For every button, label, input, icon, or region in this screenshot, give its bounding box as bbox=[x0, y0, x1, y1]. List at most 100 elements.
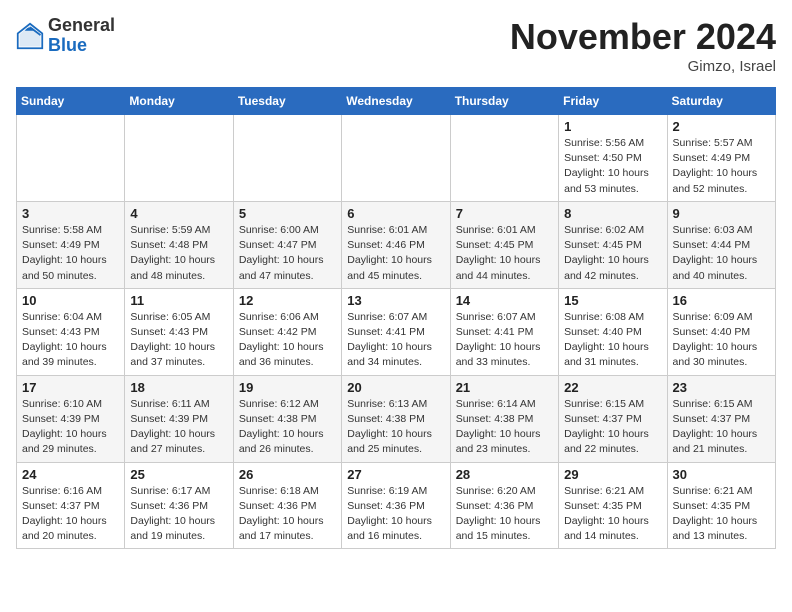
weekday-header-sunday: Sunday bbox=[17, 88, 125, 115]
calendar-cell bbox=[17, 115, 125, 202]
day-info: Sunrise: 6:03 AM Sunset: 4:44 PM Dayligh… bbox=[673, 223, 770, 284]
weekday-header-row: SundayMondayTuesdayWednesdayThursdayFrid… bbox=[17, 88, 776, 115]
day-number: 30 bbox=[673, 467, 770, 482]
day-number: 6 bbox=[347, 206, 444, 221]
day-info: Sunrise: 5:59 AM Sunset: 4:48 PM Dayligh… bbox=[130, 223, 227, 284]
day-info: Sunrise: 6:14 AM Sunset: 4:38 PM Dayligh… bbox=[456, 397, 553, 458]
day-number: 22 bbox=[564, 380, 661, 395]
day-info: Sunrise: 5:56 AM Sunset: 4:50 PM Dayligh… bbox=[564, 136, 661, 197]
page-header: General Blue November 2024 Gimzo, Israel bbox=[16, 16, 776, 75]
calendar-cell: 9Sunrise: 6:03 AM Sunset: 4:44 PM Daylig… bbox=[667, 201, 775, 288]
calendar-cell: 2 Sunrise: 5:57 AM Sunset: 4:49 PM Daylig… bbox=[667, 115, 775, 202]
location-label: Gimzo, Israel bbox=[510, 58, 776, 75]
day-number: 14 bbox=[456, 293, 553, 308]
calendar-week-row: 1 Sunrise: 5:56 AM Sunset: 4:50 PM Daylig… bbox=[17, 115, 776, 202]
title-block: November 2024 Gimzo, Israel bbox=[510, 16, 776, 75]
day-number: 5 bbox=[239, 206, 336, 221]
calendar-cell: 12Sunrise: 6:06 AM Sunset: 4:42 PM Dayli… bbox=[233, 288, 341, 375]
calendar-week-row: 10Sunrise: 6:04 AM Sunset: 4:43 PM Dayli… bbox=[17, 288, 776, 375]
calendar-cell: 3 Sunrise: 5:58 AM Sunset: 4:49 PM Daylig… bbox=[17, 201, 125, 288]
day-info: Sunrise: 6:16 AM Sunset: 4:37 PM Dayligh… bbox=[22, 484, 119, 545]
calendar-cell: 21 Sunrise: 6:14 AM Sunset: 4:38 PM Dayli… bbox=[450, 375, 558, 462]
calendar-week-row: 17 Sunrise: 6:10 AM Sunset: 4:39 PM Dayli… bbox=[17, 375, 776, 462]
weekday-header-thursday: Thursday bbox=[450, 88, 558, 115]
day-number: 25 bbox=[130, 467, 227, 482]
day-number: 26 bbox=[239, 467, 336, 482]
day-number: 23 bbox=[673, 380, 770, 395]
calendar-cell: 14 Sunrise: 6:07 AM Sunset: 4:41 PM Dayli… bbox=[450, 288, 558, 375]
day-number: 27 bbox=[347, 467, 444, 482]
day-info: Sunrise: 6:00 AM Sunset: 4:47 PM Dayligh… bbox=[239, 223, 336, 284]
calendar-cell: 5 Sunrise: 6:00 AM Sunset: 4:47 PM Daylig… bbox=[233, 201, 341, 288]
calendar-cell bbox=[233, 115, 341, 202]
calendar-week-row: 3 Sunrise: 5:58 AM Sunset: 4:49 PM Daylig… bbox=[17, 201, 776, 288]
weekday-header-saturday: Saturday bbox=[667, 88, 775, 115]
day-number: 16 bbox=[673, 293, 770, 308]
calendar-cell: 15Sunrise: 6:08 AM Sunset: 4:40 PM Dayli… bbox=[559, 288, 667, 375]
weekday-header-monday: Monday bbox=[125, 88, 233, 115]
day-info: Sunrise: 6:09 AM Sunset: 4:40 PM Dayligh… bbox=[673, 310, 770, 371]
day-number: 18 bbox=[130, 380, 227, 395]
day-info: Sunrise: 6:01 AM Sunset: 4:46 PM Dayligh… bbox=[347, 223, 444, 284]
day-info: Sunrise: 6:13 AM Sunset: 4:38 PM Dayligh… bbox=[347, 397, 444, 458]
calendar-cell: 1 Sunrise: 5:56 AM Sunset: 4:50 PM Daylig… bbox=[559, 115, 667, 202]
calendar-cell: 28 Sunrise: 6:20 AM Sunset: 4:36 PM Dayli… bbox=[450, 462, 558, 549]
day-number: 11 bbox=[130, 293, 227, 308]
calendar-cell: 6 Sunrise: 6:01 AM Sunset: 4:46 PM Daylig… bbox=[342, 201, 450, 288]
calendar-cell: 23 Sunrise: 6:15 AM Sunset: 4:37 PM Dayli… bbox=[667, 375, 775, 462]
day-info: Sunrise: 6:20 AM Sunset: 4:36 PM Dayligh… bbox=[456, 484, 553, 545]
calendar-cell: 8Sunrise: 6:02 AM Sunset: 4:45 PM Daylig… bbox=[559, 201, 667, 288]
day-number: 28 bbox=[456, 467, 553, 482]
day-number: 8 bbox=[564, 206, 661, 221]
day-info: Sunrise: 6:15 AM Sunset: 4:37 PM Dayligh… bbox=[673, 397, 770, 458]
day-info: Sunrise: 6:12 AM Sunset: 4:38 PM Dayligh… bbox=[239, 397, 336, 458]
calendar-cell bbox=[125, 115, 233, 202]
calendar-cell bbox=[342, 115, 450, 202]
weekday-header-friday: Friday bbox=[559, 88, 667, 115]
calendar-cell: 7 Sunrise: 6:01 AM Sunset: 4:45 PM Daylig… bbox=[450, 201, 558, 288]
calendar-cell: 4 Sunrise: 5:59 AM Sunset: 4:48 PM Daylig… bbox=[125, 201, 233, 288]
day-number: 2 bbox=[673, 119, 770, 134]
day-number: 13 bbox=[347, 293, 444, 308]
day-info: Sunrise: 5:57 AM Sunset: 4:49 PM Dayligh… bbox=[673, 136, 770, 197]
day-info: Sunrise: 6:10 AM Sunset: 4:39 PM Dayligh… bbox=[22, 397, 119, 458]
weekday-header-wednesday: Wednesday bbox=[342, 88, 450, 115]
calendar-cell: 18Sunrise: 6:11 AM Sunset: 4:39 PM Dayli… bbox=[125, 375, 233, 462]
logo-icon bbox=[16, 22, 44, 50]
day-info: Sunrise: 5:58 AM Sunset: 4:49 PM Dayligh… bbox=[22, 223, 119, 284]
calendar-cell: 24 Sunrise: 6:16 AM Sunset: 4:37 PM Dayli… bbox=[17, 462, 125, 549]
calendar-cell: 30Sunrise: 6:21 AM Sunset: 4:35 PM Dayli… bbox=[667, 462, 775, 549]
day-info: Sunrise: 6:21 AM Sunset: 4:35 PM Dayligh… bbox=[564, 484, 661, 545]
day-info: Sunrise: 6:15 AM Sunset: 4:37 PM Dayligh… bbox=[564, 397, 661, 458]
day-info: Sunrise: 6:07 AM Sunset: 4:41 PM Dayligh… bbox=[456, 310, 553, 371]
day-info: Sunrise: 6:01 AM Sunset: 4:45 PM Dayligh… bbox=[456, 223, 553, 284]
day-number: 4 bbox=[130, 206, 227, 221]
day-number: 3 bbox=[22, 206, 119, 221]
day-number: 12 bbox=[239, 293, 336, 308]
calendar-cell: 20 Sunrise: 6:13 AM Sunset: 4:38 PM Dayli… bbox=[342, 375, 450, 462]
logo: General Blue bbox=[16, 16, 115, 56]
calendar-cell: 27Sunrise: 6:19 AM Sunset: 4:36 PM Dayli… bbox=[342, 462, 450, 549]
month-title: November 2024 bbox=[510, 16, 776, 58]
day-number: 1 bbox=[564, 119, 661, 134]
day-number: 20 bbox=[347, 380, 444, 395]
day-info: Sunrise: 6:04 AM Sunset: 4:43 PM Dayligh… bbox=[22, 310, 119, 371]
weekday-header-tuesday: Tuesday bbox=[233, 88, 341, 115]
calendar-cell: 25 Sunrise: 6:17 AM Sunset: 4:36 PM Dayli… bbox=[125, 462, 233, 549]
day-number: 15 bbox=[564, 293, 661, 308]
logo-blue-text: Blue bbox=[48, 35, 87, 55]
calendar-cell: 17 Sunrise: 6:10 AM Sunset: 4:39 PM Dayli… bbox=[17, 375, 125, 462]
calendar-cell: 10Sunrise: 6:04 AM Sunset: 4:43 PM Dayli… bbox=[17, 288, 125, 375]
calendar-week-row: 24 Sunrise: 6:16 AM Sunset: 4:37 PM Dayli… bbox=[17, 462, 776, 549]
day-number: 17 bbox=[22, 380, 119, 395]
calendar-cell: 22 Sunrise: 6:15 AM Sunset: 4:37 PM Dayli… bbox=[559, 375, 667, 462]
day-info: Sunrise: 6:17 AM Sunset: 4:36 PM Dayligh… bbox=[130, 484, 227, 545]
logo-general-text: General bbox=[48, 15, 115, 35]
day-number: 19 bbox=[239, 380, 336, 395]
calendar-cell: 19 Sunrise: 6:12 AM Sunset: 4:38 PM Dayli… bbox=[233, 375, 341, 462]
day-number: 24 bbox=[22, 467, 119, 482]
day-number: 21 bbox=[456, 380, 553, 395]
calendar-table: SundayMondayTuesdayWednesdayThursdayFrid… bbox=[16, 87, 776, 549]
day-number: 7 bbox=[456, 206, 553, 221]
calendar-cell: 13Sunrise: 6:07 AM Sunset: 4:41 PM Dayli… bbox=[342, 288, 450, 375]
